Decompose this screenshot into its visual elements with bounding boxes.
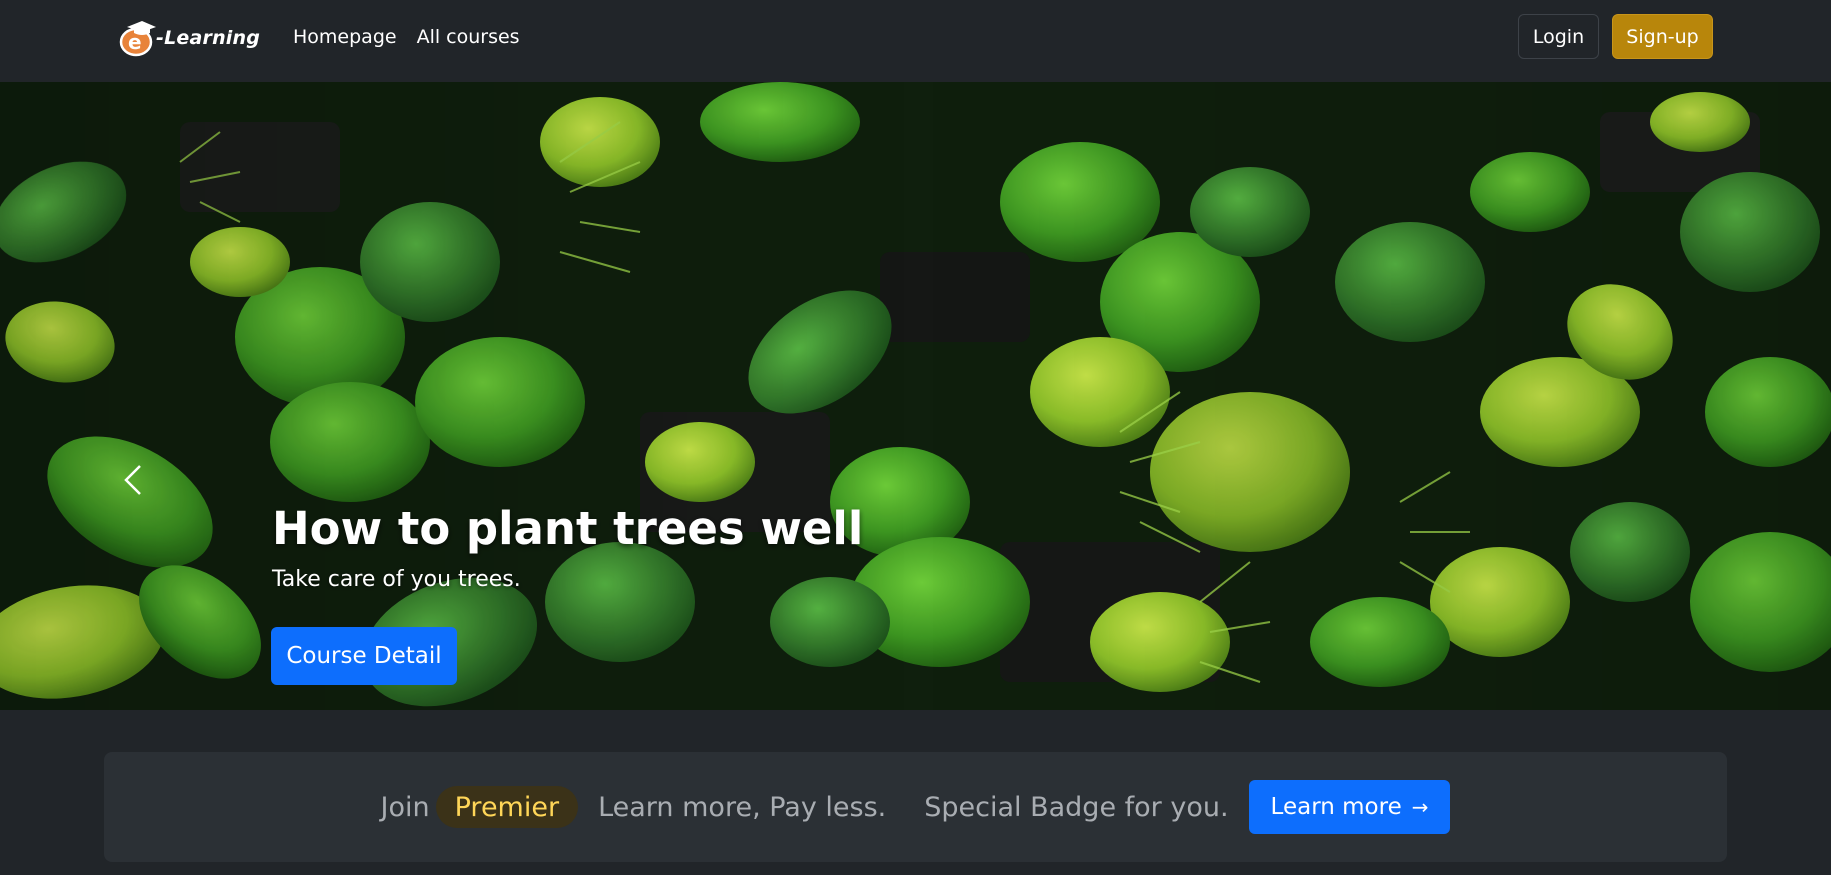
chevron-left-icon	[124, 465, 141, 495]
carousel-prev-button[interactable]	[118, 460, 152, 500]
carousel-caption: How to plant trees well Take care of you…	[272, 502, 863, 592]
arrow-right-icon: →	[1411, 795, 1429, 819]
learn-more-label: Learn more	[1270, 794, 1402, 820]
hero-carousel: How to plant trees well Take care of you…	[0, 82, 1831, 710]
signup-button[interactable]: Sign-up	[1612, 14, 1713, 59]
navbar: e -Learning Homepage All courses Login S…	[0, 0, 1831, 82]
learn-more-button[interactable]: Learn more →	[1248, 780, 1451, 834]
brand[interactable]: e -Learning	[118, 18, 260, 58]
login-button[interactable]: Login	[1518, 14, 1599, 59]
slide-title: How to plant trees well	[272, 502, 864, 555]
nav-link-all-courses[interactable]: All courses	[417, 26, 520, 48]
nav-links: Homepage All courses	[293, 26, 520, 48]
brand-text: -Learning	[156, 27, 261, 49]
hero-background-image	[0, 82, 1831, 710]
premier-badge: Premier	[435, 786, 579, 828]
e-learning-logo-icon: e	[118, 18, 160, 58]
premier-banner: Join Premier Learn more, Pay less. Speci…	[104, 752, 1727, 862]
join-text: Join	[380, 791, 430, 823]
nav-link-homepage[interactable]: Homepage	[293, 26, 397, 48]
tagline-special-badge: Special Badge for you.	[924, 791, 1229, 823]
slide-subtitle: Take care of you trees.	[272, 567, 521, 592]
course-detail-button[interactable]: Course Detail	[271, 627, 457, 685]
tagline-learn-more: Learn more, Pay less.	[598, 791, 887, 823]
